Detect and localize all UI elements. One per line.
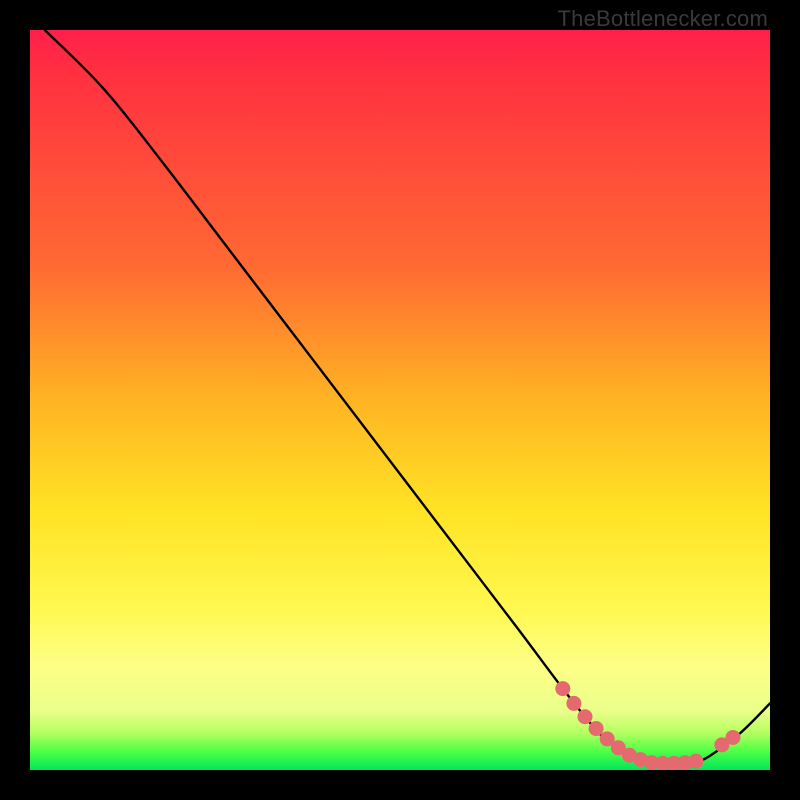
chart-container: TheBottlenecker.com <box>0 0 800 800</box>
watermark-text: TheBottlenecker.com <box>558 6 768 32</box>
chart-marker <box>566 696 581 711</box>
chart-curve <box>45 30 770 763</box>
chart-marker <box>689 754 704 769</box>
chart-markers <box>555 681 740 770</box>
chart-marker <box>589 721 604 736</box>
chart-plot-area <box>30 30 770 770</box>
chart-marker <box>726 730 741 745</box>
chart-marker <box>578 709 593 724</box>
chart-svg <box>30 30 770 770</box>
chart-marker <box>555 681 570 696</box>
